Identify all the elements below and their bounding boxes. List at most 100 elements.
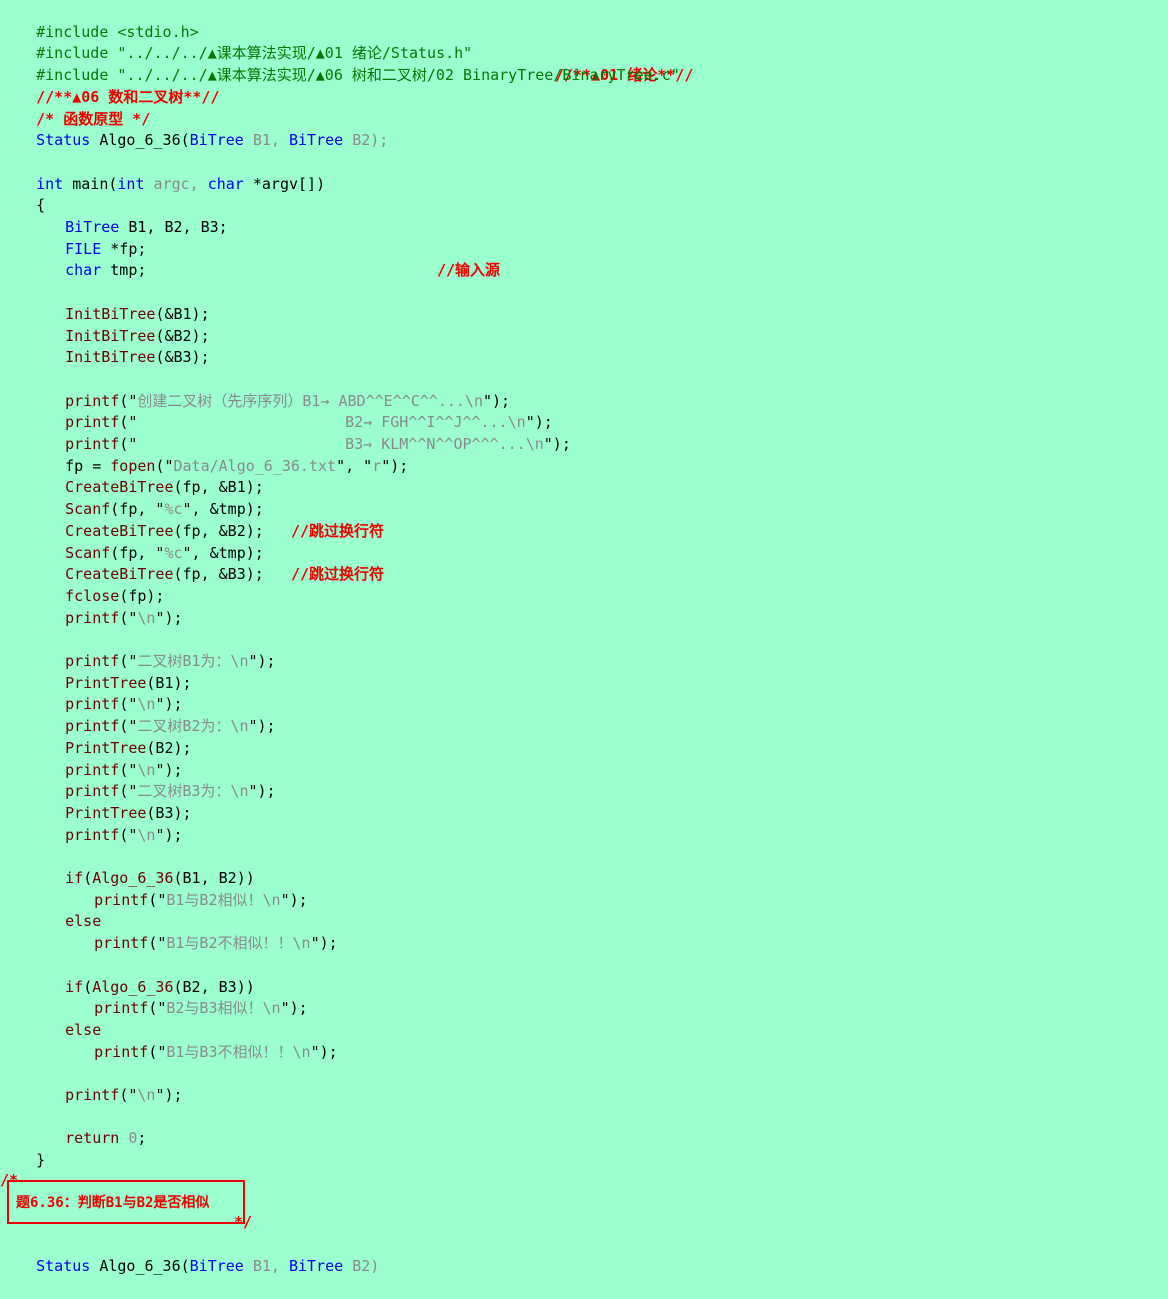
code-line: /* 函数原型 */ bbox=[0, 87, 150, 128]
code-token: \n bbox=[137, 608, 156, 627]
code-token: (&B3); bbox=[155, 348, 210, 367]
code-line: char tmp; bbox=[29, 239, 146, 279]
code-token: "); bbox=[310, 934, 338, 953]
code-line: else bbox=[29, 890, 101, 930]
code-line: InitBiTree(&B1); bbox=[29, 282, 210, 323]
code-line: PrintTree(B3); bbox=[29, 781, 191, 822]
comment-title: 题6.36：判断B1与B2是否相似 bbox=[16, 1195, 210, 1211]
code-token: BiTree bbox=[189, 1256, 244, 1275]
code-line: return 0; bbox=[29, 1107, 146, 1147]
code-token: \n bbox=[137, 825, 156, 844]
comment-close: */ bbox=[234, 1213, 253, 1231]
code-token: (" bbox=[148, 934, 167, 953]
code-line: printf("\n"); bbox=[29, 738, 182, 779]
code-line: printf("\n"); bbox=[29, 803, 182, 844]
code-line: Scanf(fp, "%c", &tmp); //跳过换行符 bbox=[29, 521, 384, 584]
code-token: "); bbox=[248, 652, 276, 670]
code-token: "); bbox=[155, 1086, 183, 1104]
code-token: printf bbox=[94, 890, 149, 909]
code-token: ; bbox=[137, 1129, 147, 1148]
code-line: #include "../../../▲课本算法实现/▲01 绪论/Status… bbox=[0, 22, 693, 84]
code-line: printf("B1与B2不相似！！\n"); bbox=[58, 911, 338, 952]
code-token: tmp; bbox=[101, 261, 147, 280]
code-line: Status Algo_6_36(BiTree B1, BiTree B2); bbox=[0, 109, 388, 149]
code-line: printf(" B3→ KLM^^N^^OP^^^...\n"); bbox=[29, 412, 571, 453]
code-token: "); bbox=[280, 890, 308, 909]
code-token: B1, bbox=[243, 1256, 289, 1275]
code-line: int main(int argc, char *argv[]) bbox=[0, 152, 325, 193]
code-token: (" bbox=[119, 1086, 138, 1104]
code-line: printf("B2与B3相似！\n"); bbox=[58, 977, 308, 1017]
code-comment: //跳过换行符 bbox=[291, 565, 385, 584]
code-comment: //输入源 bbox=[437, 261, 501, 280]
code-line: printf(" B2→ FGH^^I^^J^^...\n"); bbox=[29, 391, 553, 431]
code-token: (" bbox=[148, 1042, 167, 1061]
code-token: #include "../../../▲课本算法实现/▲06 树和二叉树/02 … bbox=[36, 66, 680, 85]
code-token: (" bbox=[119, 825, 138, 844]
code-token: Algo_6_36( bbox=[90, 1256, 190, 1275]
code-token: printf bbox=[65, 608, 120, 627]
code-line: printf("二叉树B1为：\n"); bbox=[29, 629, 275, 670]
code-token: main( bbox=[63, 174, 118, 193]
code-token: B2); bbox=[343, 131, 389, 150]
code-token: BiTree bbox=[289, 131, 344, 150]
code-line: if(Algo_6_36(B1, B2)) bbox=[29, 846, 255, 887]
code-line: fp = fopen("Data/Algo_6_36.txt", "r"); bbox=[29, 434, 408, 475]
code-token: B1与B3不相似！！\n bbox=[166, 1042, 311, 1061]
code-token: B1与B2不相似！！\n bbox=[166, 934, 311, 953]
code-line: printf("二叉树B3为：\n"); bbox=[29, 760, 275, 800]
code-token: "); bbox=[543, 435, 571, 453]
code-line: printf("\n"); bbox=[29, 673, 182, 713]
code-line: PrintTree(B2); bbox=[29, 716, 191, 757]
code-token: "); bbox=[155, 608, 183, 627]
code-token: printf bbox=[65, 825, 120, 844]
code-token: printf bbox=[65, 1086, 120, 1104]
code-token: Status bbox=[36, 131, 91, 150]
code-token: ", " bbox=[336, 456, 373, 475]
code-token: (" bbox=[148, 890, 167, 909]
code-line: Scanf(fp, "%c", &tmp); //跳过换行符 bbox=[29, 477, 384, 540]
code-token: (" bbox=[148, 999, 167, 1018]
code-token: B1, bbox=[243, 131, 289, 150]
code-token: argc, bbox=[144, 174, 208, 193]
code-line: } bbox=[0, 1128, 45, 1169]
code-line: else bbox=[29, 998, 101, 1039]
code-line: BiTree B1, B2, B3; bbox=[29, 195, 228, 236]
code-line: Status Algo_6_36(BiTree B1, BiTree B2) bbox=[0, 1234, 379, 1275]
code-comment: //跳过换行符 bbox=[291, 521, 385, 540]
code-line: PrintTree(B1); bbox=[29, 651, 191, 692]
code-token: (fp, &B3); bbox=[173, 565, 264, 584]
code-line: printf("\n"); bbox=[29, 1063, 182, 1104]
code-line: printf("二叉树B2为：\n"); bbox=[29, 694, 275, 735]
code-token: "); bbox=[248, 717, 276, 736]
code-token: \n bbox=[137, 1086, 156, 1104]
code-token: B2与B3相似！\n bbox=[166, 999, 281, 1018]
code-line: printf("B1与B2相似！\n"); bbox=[58, 868, 308, 909]
code-line: InitBiTree(&B2); bbox=[29, 304, 210, 345]
code-line: printf("\n"); bbox=[29, 586, 182, 627]
code-token: } bbox=[36, 1151, 46, 1170]
code-line: printf("创建二叉树（先序序列）B1→ ABD^^E^^C^^...\n"… bbox=[29, 369, 510, 410]
code-token: Algo_6_36( bbox=[90, 131, 190, 150]
code-editor[interactable]: #include <stdio.h> #include "../../../▲课… bbox=[0, 0, 1168, 1275]
code-token: "); bbox=[280, 999, 308, 1018]
code-token: return bbox=[65, 1129, 120, 1148]
code-token: r bbox=[372, 456, 382, 475]
code-line: CreateBiTree(fp, &B3); bbox=[29, 543, 264, 583]
code-token: "); bbox=[248, 782, 276, 801]
code-line: #include "../../../▲课本算法实现/▲06 树和二叉树/02 … bbox=[0, 43, 680, 106]
code-line: if(Algo_6_36(B2, B3)) bbox=[29, 955, 255, 996]
code-line: fclose(fp); bbox=[29, 564, 164, 605]
code-line: CreateBiTree(fp, &B2); bbox=[29, 499, 264, 540]
code-line: FILE *fp; //输入源 bbox=[29, 217, 500, 280]
code-line: #include <stdio.h> bbox=[0, 0, 199, 41]
code-line: InitBiTree(&B3); bbox=[29, 326, 210, 366]
code-token: BiTree bbox=[289, 1256, 344, 1275]
code-token: BiTree bbox=[189, 131, 244, 150]
code-token: printf bbox=[94, 999, 149, 1018]
code-token: printf bbox=[94, 934, 149, 953]
code-token: *argv[]) bbox=[243, 174, 326, 193]
code-token: B1与B2相似！\n bbox=[166, 890, 281, 909]
code-line: CreateBiTree(fp, &B1); bbox=[29, 456, 264, 496]
